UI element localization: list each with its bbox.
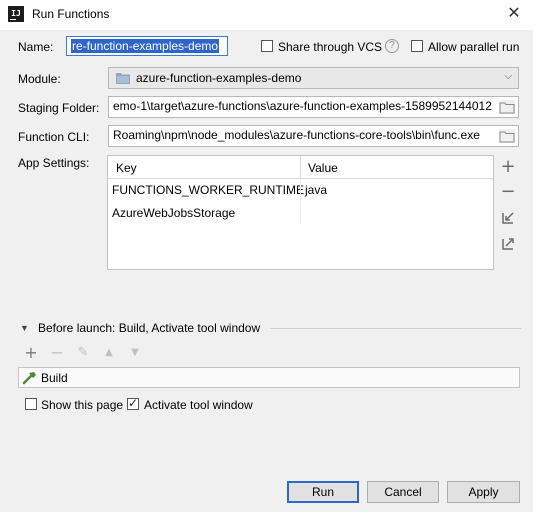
staging-folder-label: Staging Folder: (18, 101, 100, 115)
import-icon[interactable] (498, 208, 518, 228)
allow-parallel-label: Allow parallel run (428, 40, 520, 54)
app-settings-table: Key Value FUNCTIONS_WORKER_RUNTIME java … (107, 155, 494, 270)
module-folder-icon (116, 73, 130, 84)
column-divider[interactable] (300, 156, 301, 178)
function-cli-value: Roaming\npm\node_modules\azure-functions… (113, 128, 480, 142)
add-task-icon[interactable]: + (23, 344, 39, 362)
window-title: Run Functions (32, 7, 110, 21)
module-value: azure-function-examples-demo (136, 71, 302, 85)
plus-icon[interactable]: + (498, 157, 518, 177)
share-vcs-label: Share through VCS (278, 40, 383, 54)
task-label: Build (41, 371, 68, 385)
activate-tool-window-label: Activate tool window (144, 398, 253, 412)
setting-key[interactable]: AzureWebJobsStorage (112, 206, 235, 220)
table-row[interactable]: FUNCTIONS_WORKER_RUNTIME java (108, 179, 493, 201)
move-down-icon: ▼ (131, 347, 139, 358)
section-divider (270, 328, 521, 329)
export-icon[interactable] (498, 234, 518, 254)
setting-value[interactable]: java (305, 183, 327, 197)
run-button[interactable]: Run (287, 481, 359, 503)
before-launch-title[interactable]: Before launch: Build, Activate tool wind… (38, 321, 260, 335)
column-divider (300, 202, 301, 224)
table-row[interactable]: AzureWebJobsStorage (108, 202, 493, 224)
column-divider (300, 179, 301, 201)
column-header-key[interactable]: Key (116, 161, 137, 175)
chevron-down-icon: ⌵ (504, 71, 512, 82)
setting-key[interactable]: FUNCTIONS_WORKER_RUNTIME (112, 183, 304, 197)
remove-task-icon: − (50, 343, 64, 362)
show-page-checkbox[interactable] (25, 398, 37, 410)
column-header-value[interactable]: Value (308, 161, 338, 175)
allow-parallel-checkbox[interactable] (411, 40, 423, 52)
apply-button[interactable]: Apply (447, 481, 520, 503)
collapse-triangle-icon[interactable]: ▼ (20, 323, 29, 333)
name-field-value: re-function-examples-demo (71, 39, 220, 53)
module-select[interactable]: azure-function-examples-demo ⌵ (108, 67, 519, 89)
move-up-icon: ▲ (105, 347, 113, 358)
table-header: Key Value (108, 156, 493, 179)
before-launch-task-list: Build (18, 367, 520, 388)
folder-browse-icon[interactable] (499, 129, 515, 143)
activate-tool-window-checkbox[interactable] (127, 396, 139, 410)
app-settings-toolbar: + − (496, 155, 520, 270)
staging-folder-value: emo-1\target\azure-functions\azure-funct… (113, 99, 492, 113)
function-cli-label: Function CLI: (18, 130, 90, 144)
cancel-button[interactable]: Cancel (367, 481, 439, 503)
intellij-app-icon: IJ (8, 6, 24, 22)
staging-folder-field[interactable]: emo-1\target\azure-functions\azure-funct… (108, 96, 519, 118)
minus-icon[interactable]: − (498, 182, 518, 202)
folder-browse-icon[interactable] (499, 100, 515, 114)
show-page-label: Show this page (41, 398, 124, 412)
name-field[interactable]: re-function-examples-demo (66, 36, 228, 56)
module-label: Module: (18, 72, 61, 86)
close-button[interactable]: ✕ (495, 0, 533, 28)
function-cli-field[interactable]: Roaming\npm\node_modules\azure-functions… (108, 125, 519, 147)
hammer-icon (22, 372, 36, 385)
help-icon[interactable]: ? (385, 39, 399, 53)
edit-task-icon: ✎ (77, 345, 89, 360)
name-label: Name: (18, 40, 54, 54)
share-vcs-checkbox[interactable] (261, 40, 273, 52)
app-settings-label: App Settings: (18, 156, 90, 170)
